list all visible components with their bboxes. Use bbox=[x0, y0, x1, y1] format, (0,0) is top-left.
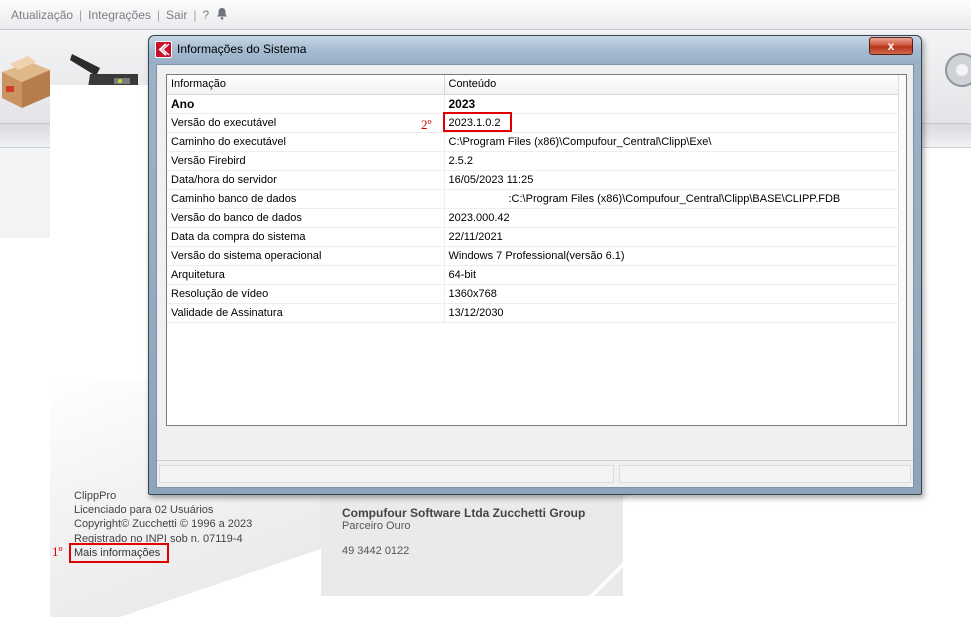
row-value: 13/12/2030 bbox=[444, 303, 906, 323]
wrench-tool-icon[interactable] bbox=[940, 40, 971, 110]
status-pane-right bbox=[619, 465, 911, 483]
row-value: :C:\Program Files (x86)\Compufour_Centra… bbox=[444, 189, 906, 209]
row-value: C:\Program Files (x86)\Compufour_Central… bbox=[444, 132, 906, 152]
vertical-scrollbar[interactable] bbox=[898, 75, 906, 425]
table-row[interactable]: Caminho banco de dados :C:\Program Files… bbox=[167, 189, 906, 209]
row-label: Arquitetura bbox=[167, 265, 445, 285]
table-row[interactable]: Data/hora do servidor 16/05/2023 11:25 bbox=[167, 170, 906, 190]
copyright-text: Copyright© Zucchetti © 1996 a 2023 bbox=[74, 518, 253, 530]
stapler-tool-icon[interactable] bbox=[70, 48, 140, 90]
company-phone: 49 3442 0122 bbox=[342, 545, 410, 557]
column-header-conteudo[interactable]: Conteúdo bbox=[444, 75, 906, 95]
row-label: Data da compra do sistema bbox=[167, 227, 445, 247]
company-name: Compufour Software Ltda Zucchetti Group bbox=[342, 506, 586, 520]
highlight-version-box bbox=[443, 112, 512, 132]
menu-separator: | bbox=[79, 7, 83, 22]
decorative-diagonal bbox=[571, 556, 631, 616]
company-partner: Parceiro Ouro bbox=[342, 520, 411, 532]
menu-item-atualizacao[interactable]: Atualização bbox=[8, 8, 76, 22]
dialog-client-area: Informação Conteúdo Ano 2023 Versão do e… bbox=[156, 64, 914, 488]
row-value: 2023.000.42 bbox=[444, 208, 906, 228]
table-row[interactable]: Resolução de vídeo 1360x768 bbox=[167, 284, 906, 304]
row-value: Windows 7 Professional(versão 6.1) bbox=[444, 246, 906, 266]
dialog-titlebar[interactable]: Informações do Sistema x bbox=[149, 36, 921, 64]
menu-bar: Atualização | Integrações | Sair | ? bbox=[0, 0, 971, 30]
status-pane-left bbox=[159, 465, 614, 483]
row-label: Caminho banco de dados bbox=[167, 189, 445, 209]
row-label: Versão do sistema operacional bbox=[167, 246, 445, 266]
dialog-title: Informações do Sistema bbox=[177, 42, 307, 56]
table-row[interactable]: Data da compra do sistema 22/11/2021 bbox=[167, 227, 906, 247]
app-logo-icon bbox=[155, 41, 172, 58]
row-value: 2023 bbox=[444, 94, 906, 114]
table-row[interactable]: Versão do sistema operacional Windows 7 … bbox=[167, 246, 906, 266]
row-label: Versão do banco de dados bbox=[167, 208, 445, 228]
table-row[interactable]: Versão do executável 2023.1.0.2 bbox=[167, 113, 906, 133]
row-label: Versão Firebird bbox=[167, 151, 445, 171]
close-button[interactable]: x bbox=[869, 37, 913, 55]
info-table: Informação Conteúdo Ano 2023 Versão do e… bbox=[167, 75, 906, 323]
menu-item-sair[interactable]: Sair bbox=[163, 8, 190, 22]
row-value: 2023.1.0.2 bbox=[444, 113, 906, 133]
product-name: ClippPro bbox=[74, 490, 117, 502]
table-row[interactable]: Versão do banco de dados 2023.000.42 bbox=[167, 208, 906, 228]
status-bar bbox=[157, 460, 913, 486]
bell-icon[interactable] bbox=[216, 7, 228, 23]
row-label: Versão do executável bbox=[167, 113, 445, 133]
menu-separator: | bbox=[193, 7, 197, 22]
row-label: Resolução de vídeo bbox=[167, 284, 445, 304]
table-row[interactable]: Arquitetura 64-bit bbox=[167, 265, 906, 285]
table-row[interactable]: Caminho do executável C:\Program Files (… bbox=[167, 132, 906, 152]
info-table-frame: Informação Conteúdo Ano 2023 Versão do e… bbox=[166, 74, 907, 426]
package-box-icon[interactable] bbox=[0, 50, 50, 112]
row-value: 64-bit bbox=[444, 265, 906, 285]
row-label: Caminho do executável bbox=[167, 132, 445, 152]
left-gray-panel bbox=[0, 148, 50, 238]
menu-separator: | bbox=[156, 7, 161, 22]
row-value: 16/05/2023 11:25 bbox=[444, 170, 906, 190]
column-header-informacao[interactable]: Informação bbox=[167, 75, 445, 95]
table-row[interactable]: Validade de Assinatura 13/12/2030 bbox=[167, 303, 906, 323]
annotation-marker-2: 2º bbox=[421, 117, 432, 132]
highlight-more-info-box bbox=[69, 543, 169, 563]
row-value: 2.5.2 bbox=[444, 151, 906, 171]
menu-item-help[interactable]: ? bbox=[199, 8, 212, 22]
system-info-dialog: Informações do Sistema x Informação Cont… bbox=[148, 35, 922, 495]
annotation-marker-1: 1º bbox=[52, 544, 63, 559]
row-value: 22/11/2021 bbox=[444, 227, 906, 247]
table-row[interactable]: Ano 2023 bbox=[167, 94, 906, 114]
row-label: Data/hora do servidor bbox=[167, 170, 445, 190]
company-card bbox=[321, 480, 631, 616]
row-label: Validade de Assinatura bbox=[167, 303, 445, 323]
license-users: Licenciado para 02 Usuários bbox=[74, 504, 214, 516]
menu-item-integracoes[interactable]: Integrações bbox=[85, 8, 154, 22]
row-value: 1360x768 bbox=[444, 284, 906, 304]
row-label: Ano bbox=[167, 94, 445, 114]
table-row[interactable]: Versão Firebird 2.5.2 bbox=[167, 151, 906, 171]
